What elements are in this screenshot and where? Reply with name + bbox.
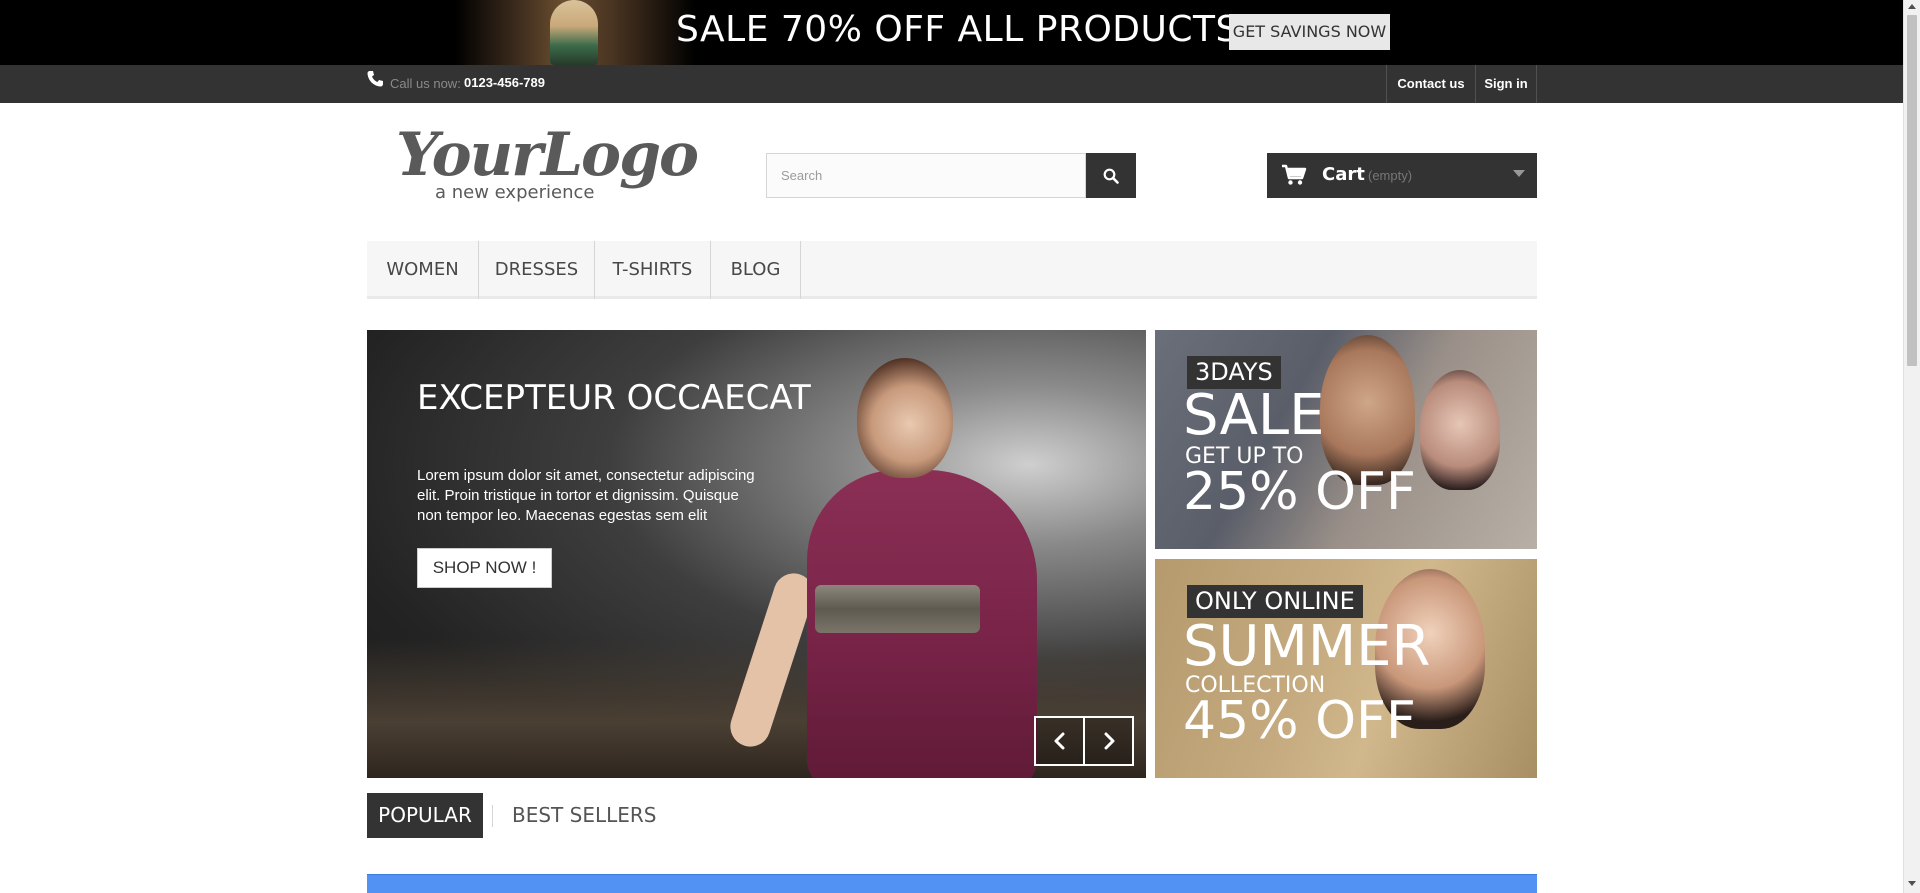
search-button[interactable] <box>1086 153 1136 198</box>
hero-model-head <box>857 358 953 478</box>
promo-summer-offer: 45% OFF <box>1183 691 1416 751</box>
cart-icon <box>1282 164 1307 185</box>
page-scrollbar[interactable] <box>1903 0 1920 893</box>
nav-item-dresses[interactable]: DRESSES <box>479 241 595 299</box>
shop-now-button[interactable]: SHOP NOW ! <box>417 548 552 588</box>
scroll-down-arrow-icon[interactable] <box>1908 881 1916 886</box>
tab-best-sellers[interactable]: BEST SELLERS <box>512 793 656 838</box>
promo-sale-headline: SALE <box>1183 383 1325 448</box>
site-logo[interactable]: YourLogo a new experience <box>390 120 699 210</box>
nav-item-t-shirts[interactable]: T-SHIRTS <box>595 241 711 299</box>
tab-divider <box>492 805 493 827</box>
scroll-up-arrow-icon[interactable] <box>1908 4 1916 9</box>
chevron-left-icon <box>1054 732 1065 750</box>
main-nav: WOMEN DRESSES T-SHIRTS BLOG <box>367 241 1537 299</box>
hero-model-belt <box>815 585 980 633</box>
scroll-thumb[interactable] <box>1907 15 1917 366</box>
cart-status: (empty) <box>1368 168 1413 183</box>
get-savings-button[interactable]: GET SAVINGS NOW <box>1229 14 1390 50</box>
product-info-strip <box>367 874 1537 893</box>
banner-sale-text: SALE 70% OFF ALL PRODUCTS <box>676 9 1239 50</box>
tab-popular[interactable]: POPULAR <box>367 793 483 838</box>
top-promo-banner[interactable]: SALE 70% OFF ALL PRODUCTS GET SAVINGS NO… <box>0 0 1903 65</box>
logo-wordmark: YourLogo <box>396 120 699 190</box>
contact-us-link[interactable]: Contact us <box>1386 65 1475 103</box>
nav-item-blog[interactable]: BLOG <box>711 241 801 299</box>
hero-title: EXCEPTEUR OCCAECAT <box>417 378 811 418</box>
search-input[interactable] <box>766 153 1086 198</box>
phone-icon <box>367 71 383 87</box>
phone-number: 0123-456-789 <box>464 75 545 90</box>
sign-in-link[interactable]: Sign in <box>1475 65 1537 103</box>
search-icon <box>1103 168 1119 184</box>
call-us-label: Call us now: <box>390 76 461 91</box>
promo-sale-offer: 25% OFF <box>1183 462 1416 522</box>
logo-tagline: a new experience <box>435 182 595 203</box>
cart-label: Cart <box>1322 164 1365 185</box>
hero-description: Lorem ipsum dolor sit amet, consectetur … <box>417 467 755 524</box>
cart-button[interactable]: Cart (empty) <box>1267 153 1537 198</box>
promo-summer-headline: SUMMER <box>1183 614 1431 679</box>
hero-slider[interactable]: EXCEPTEUR OCCAECAT Lorem ipsum dolor sit… <box>367 330 1146 778</box>
banner-model-image <box>455 0 695 65</box>
promo-model-woman <box>1420 370 1500 490</box>
chevron-right-icon <box>1104 732 1115 750</box>
slider-prev-button[interactable] <box>1034 716 1085 766</box>
banner-model-figure <box>550 0 598 65</box>
page: SALE 70% OFF ALL PRODUCTS GET SAVINGS NO… <box>0 0 1920 893</box>
utility-bar <box>0 65 1903 103</box>
promo-banner-summer[interactable]: ONLY ONLINE SUMMER COLLECTION 45% OFF <box>1155 559 1537 778</box>
promo-banner-sale[interactable]: 3DAYS SALE GET UP TO 25% OFF <box>1155 330 1537 549</box>
chevron-down-icon <box>1513 170 1525 177</box>
nav-item-women[interactable]: WOMEN <box>367 241 479 299</box>
slider-next-button[interactable] <box>1083 716 1134 766</box>
